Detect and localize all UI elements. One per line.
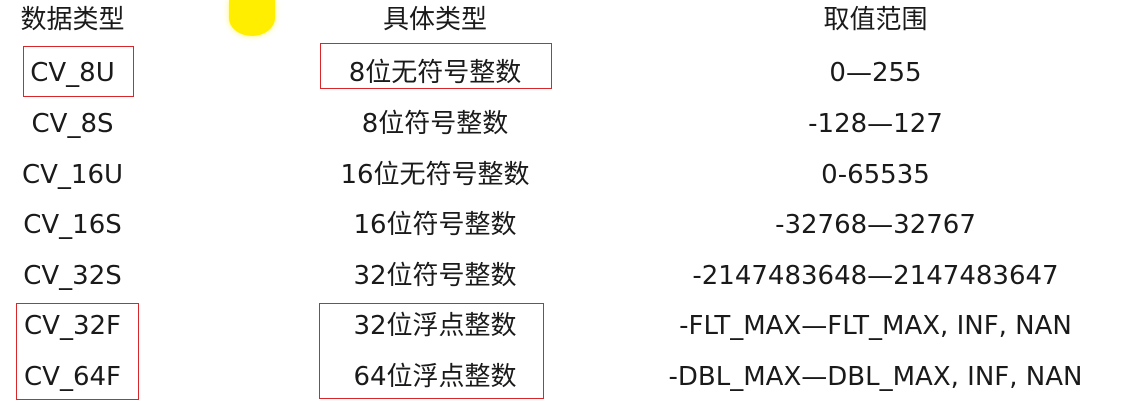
cell-desc-cv16s: 16位符号整数 <box>353 210 517 240</box>
cell-type-cv32s: CV_32S <box>23 261 122 291</box>
highlight-box-float-types <box>16 303 139 400</box>
cell-range-cv8u: 0—255 <box>829 58 922 88</box>
cell-range-cv32s: -2147483648—2147483647 <box>692 261 1059 291</box>
cursor-highlight <box>229 0 275 36</box>
header-value-range: 取值范围 <box>823 5 928 35</box>
cell-range-cv16u: 0-65535 <box>821 160 930 190</box>
cell-type-cv8s: CV_8S <box>31 109 114 139</box>
header-data-type: 数据类型 <box>20 5 125 35</box>
cell-range-cv64f: -DBL_MAX—DBL_MAX, INF, NAN <box>668 362 1083 392</box>
cell-range-cv16s: -32768—32767 <box>775 210 976 240</box>
cell-range-cv8s: -128—127 <box>808 109 943 139</box>
header-specific-type: 具体类型 <box>382 5 487 35</box>
cell-range-cv32f: -FLT_MAX—FLT_MAX, INF, NAN <box>679 311 1072 341</box>
highlight-box-float-desc <box>319 303 544 399</box>
cell-desc-cv32s: 32位符号整数 <box>353 261 517 291</box>
cell-type-cv16u: CV_16U <box>21 160 124 190</box>
cell-desc-cv8s: 8位符号整数 <box>361 109 509 139</box>
highlight-box-cv8u <box>23 46 134 97</box>
highlight-box-8bit-unsigned <box>320 43 552 89</box>
cell-type-cv16s: CV_16S <box>23 210 122 240</box>
cell-desc-cv16u: 16位无符号整数 <box>340 160 530 190</box>
